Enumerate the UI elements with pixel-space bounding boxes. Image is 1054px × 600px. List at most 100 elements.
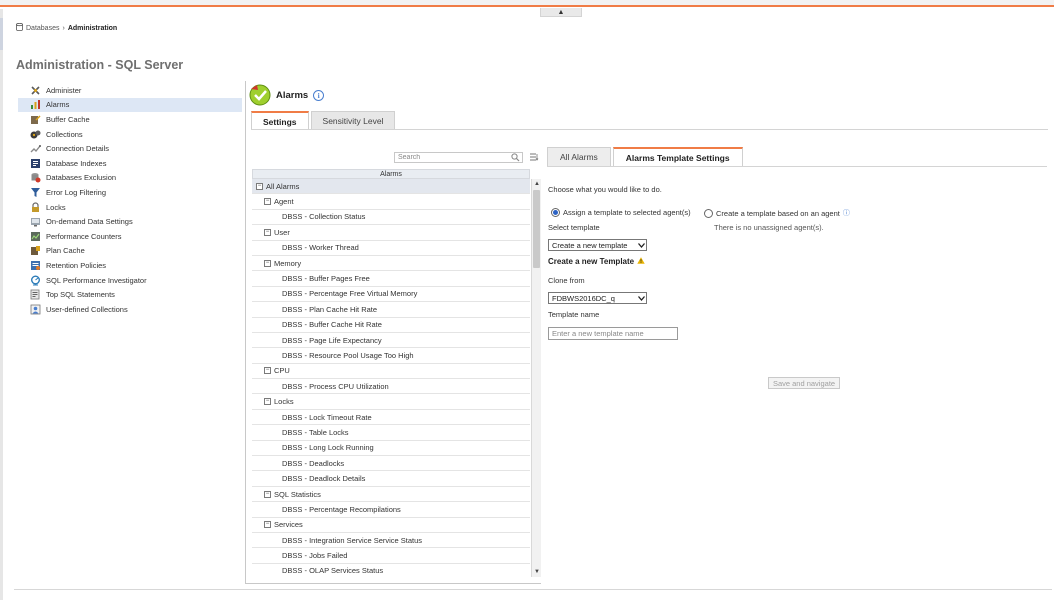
tree-item-dbss-jobs-failed[interactable]: DBSS - Jobs Failed bbox=[252, 548, 530, 564]
collapse-icon[interactable]: − bbox=[264, 198, 271, 206]
tree-row-label: DBSS - OLAP Services Status bbox=[282, 566, 384, 576]
choose-prompt: Choose what you would like to do. bbox=[548, 185, 662, 194]
collapse-icon[interactable]: − bbox=[264, 521, 271, 529]
create-template-heading-text: Create a new Template bbox=[548, 257, 635, 266]
tree-item-dbss-page-life-expectancy[interactable]: DBSS - Page Life Expectancy bbox=[252, 333, 530, 349]
tab-alarms-template-settings[interactable]: Alarms Template Settings bbox=[612, 147, 743, 166]
tree-group-sql-statistics[interactable]: − SQL Statistics bbox=[252, 487, 530, 503]
alarm-check-icon bbox=[249, 84, 271, 106]
sidebar-item-label: Top SQL Statements bbox=[46, 290, 115, 300]
search-input[interactable] bbox=[398, 154, 508, 161]
tree-row-label: CPU bbox=[274, 366, 290, 376]
scroll-up-arrow-icon[interactable]: ▲ bbox=[532, 179, 542, 189]
select-template-dropdown[interactable]: Create a new template bbox=[548, 239, 647, 251]
tree-row-label: SQL Statistics bbox=[274, 489, 321, 499]
tab-sensitivity-level[interactable]: Sensitivity Level bbox=[310, 111, 396, 130]
info-icon[interactable]: i bbox=[313, 89, 325, 101]
sidebar-item-plan-cache[interactable]: Plan Cache bbox=[18, 244, 242, 259]
sidebar-item-on-demand-data-settings[interactable]: On-demand Data Settings bbox=[18, 214, 242, 229]
tree-item-dbss-table-locks[interactable]: DBSS - Table Locks bbox=[252, 425, 530, 441]
tree-item-dbss-percentage-free-virtual-memory[interactable]: DBSS - Percentage Free Virtual Memory bbox=[252, 287, 530, 303]
tab-settings[interactable]: Settings bbox=[251, 111, 309, 130]
tree-row-label: DBSS - Integration Service Service Statu… bbox=[282, 535, 423, 545]
tree-row-label: DBSS - Plan Cache Hit Rate bbox=[282, 304, 378, 314]
tree-item-dbss-worker-thread[interactable]: DBSS - Worker Thread bbox=[252, 241, 530, 256]
tree-group-services[interactable]: − Services bbox=[252, 518, 530, 533]
tree-item-dbss-collection-status[interactable]: DBSS - Collection Status bbox=[252, 210, 530, 226]
tree-group-agent[interactable]: − Agent bbox=[252, 194, 530, 210]
sidebar-item-label: On-demand Data Settings bbox=[46, 217, 133, 227]
collapse-icon[interactable]: − bbox=[256, 182, 263, 190]
alarms-title: Alarms bbox=[276, 89, 309, 101]
breadcrumb-databases-link[interactable]: Databases bbox=[26, 25, 59, 32]
alarm-list-scrollbar[interactable]: ▲ ▼ bbox=[531, 179, 541, 577]
search-icon[interactable] bbox=[511, 153, 520, 164]
tree-item-dbss-long-lock-running[interactable]: DBSS - Long Lock Running bbox=[252, 441, 530, 457]
scroll-down-arrow-icon[interactable]: ▼ bbox=[532, 567, 542, 577]
error-log-filtering-icon bbox=[30, 187, 41, 198]
locks-icon bbox=[30, 201, 41, 213]
sidebar-item-error-log-filtering[interactable]: Error Log Filtering bbox=[18, 185, 242, 200]
sidebar-item-label: Databases Exclusion bbox=[46, 173, 117, 183]
tree-item-dbss-deadlocks[interactable]: DBSS - Deadlocks bbox=[252, 456, 530, 472]
sidebar-item-locks[interactable]: Locks bbox=[18, 200, 242, 215]
tree-group-user[interactable]: − User bbox=[252, 225, 530, 241]
alarm-list-bottom-border bbox=[245, 583, 541, 584]
collapse-icon[interactable]: − bbox=[264, 367, 271, 375]
radio-assign-template[interactable]: Assign a template to selected agent(s) bbox=[551, 208, 691, 217]
sidebar-item-retention-policies[interactable]: Retention Policies bbox=[18, 258, 242, 273]
sidebar-item-performance-counters[interactable]: Performance Counters bbox=[18, 229, 242, 244]
sidebar-item-buffer-cache[interactable]: Buffer Cache bbox=[18, 112, 242, 127]
tree-item-dbss-buffer-pages-free[interactable]: DBSS - Buffer Pages Free bbox=[252, 271, 530, 287]
tree-row-label: DBSS - Deadlock Details bbox=[282, 474, 366, 484]
template-tabs: All Alarms Alarms Template Settings bbox=[547, 147, 745, 166]
sidebar-item-administer[interactable]: Administer bbox=[18, 83, 242, 98]
sidebar-item-database-indexes[interactable]: Database Indexes bbox=[18, 156, 242, 171]
search-box bbox=[394, 152, 523, 163]
clone-from-dropdown[interactable]: FDBWS2016DC_q bbox=[548, 292, 647, 304]
sidebar-item-databases-exclusion[interactable]: Databases Exclusion bbox=[18, 171, 242, 186]
tree-group-locks[interactable]: − Locks bbox=[252, 394, 530, 410]
radio-create-from-agent[interactable]: Create a template based on an agent ⓘ bbox=[704, 208, 850, 218]
tree-item-dbss-deadlock-details[interactable]: DBSS - Deadlock Details bbox=[252, 471, 530, 487]
tree-item-dbss-percentage-recompilations[interactable]: DBSS - Percentage Recompilations bbox=[252, 502, 530, 518]
sidebar-item-user-defined-collections[interactable]: User-defined Collections bbox=[18, 302, 242, 317]
sidebar-item-label: Error Log Filtering bbox=[46, 187, 107, 197]
tree-item-dbss-integration-service-service-status[interactable]: DBSS - Integration Service Service Statu… bbox=[252, 533, 530, 549]
sidebar-item-connection-details[interactable]: Connection Details bbox=[18, 141, 242, 156]
tree-item-dbss-olap-services-status[interactable]: DBSS - OLAP Services Status bbox=[252, 564, 530, 577]
sidebar-item-sql-performance-investigator[interactable]: SQL Performance Investigator bbox=[18, 273, 242, 288]
no-agents-note: There is no unassigned agent(s). bbox=[714, 223, 824, 232]
tree-item-dbss-process-cpu-utilization[interactable]: DBSS - Process CPU Utilization bbox=[252, 379, 530, 395]
collapse-icon[interactable]: − bbox=[264, 398, 271, 406]
tree-group-cpu[interactable]: − CPU bbox=[252, 364, 530, 380]
tree-row-all-alarms[interactable]: − All Alarms bbox=[252, 179, 530, 195]
tree-group-memory[interactable]: − Memory bbox=[252, 256, 530, 272]
collapse-icon[interactable]: − bbox=[264, 228, 271, 236]
tree-row-label: DBSS - Lock Timeout Rate bbox=[282, 412, 372, 422]
databases-exclusion-icon bbox=[30, 172, 41, 183]
sidebar-item-label: Locks bbox=[46, 202, 66, 212]
info-icon[interactable]: ⓘ bbox=[843, 208, 850, 218]
collapse-icon[interactable]: − bbox=[264, 259, 271, 267]
collapse-icon[interactable]: − bbox=[264, 490, 271, 498]
scrollbar-thumb[interactable] bbox=[533, 190, 540, 268]
tab-all-alarms[interactable]: All Alarms bbox=[547, 147, 611, 166]
top-accent-bar bbox=[0, 0, 1054, 7]
sidebar-item-alarms[interactable]: Alarms bbox=[18, 97, 242, 113]
clone-from-value: FDBWS2016DC_q bbox=[552, 293, 615, 303]
tree-item-dbss-lock-timeout-rate[interactable]: DBSS - Lock Timeout Rate bbox=[252, 410, 530, 426]
tree-item-dbss-plan-cache-hit-rate[interactable]: DBSS - Plan Cache Hit Rate bbox=[252, 302, 530, 318]
sidebar-item-collections[interactable]: Collections bbox=[18, 127, 242, 142]
sidebar-item-label: SQL Performance Investigator bbox=[46, 275, 147, 285]
collapse-header-button[interactable]: ▲ bbox=[540, 8, 582, 17]
tree-row-label: DBSS - Process CPU Utilization bbox=[282, 381, 389, 391]
sidebar-item-top-sql-statements[interactable]: Top SQL Statements bbox=[18, 287, 242, 302]
template-name-input[interactable] bbox=[552, 329, 672, 338]
tree-row-label: DBSS - Jobs Failed bbox=[282, 551, 348, 561]
filter-options-icon[interactable] bbox=[530, 153, 539, 163]
save-and-navigate-button[interactable]: Save and navigate bbox=[768, 377, 840, 389]
select-template-value: Create a new template bbox=[552, 240, 628, 250]
tree-item-dbss-buffer-cache-hit-rate[interactable]: DBSS - Buffer Cache Hit Rate bbox=[252, 318, 530, 333]
tree-item-dbss-resource-pool-usage-too-high[interactable]: DBSS - Resource Pool Usage Too High bbox=[252, 348, 530, 364]
